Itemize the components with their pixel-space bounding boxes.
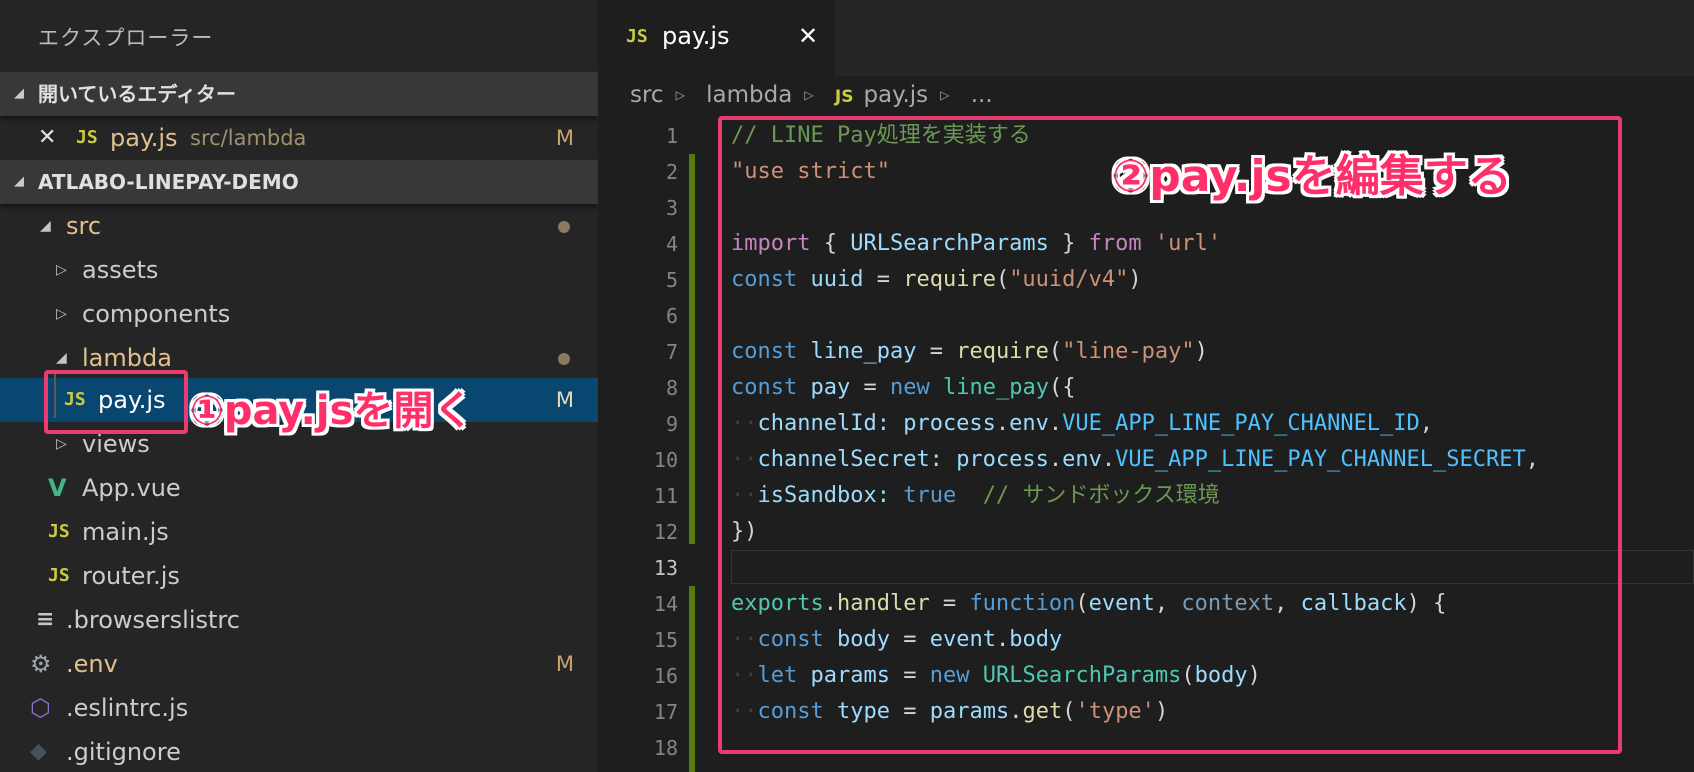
breadcrumb-item[interactable]: pay.js [863,82,928,108]
git-added-indicator [689,154,695,544]
vue-file-icon: V [48,474,67,502]
line-number: 5 [665,268,678,292]
js-file-icon: JS [48,521,70,542]
js-file-icon: JS [626,26,648,47]
line-number: 7 [665,340,678,364]
line-number: 11 [653,484,678,508]
modified-badge: M [555,126,574,150]
modified-badge: M [555,652,574,676]
line-number: 13 [653,556,678,580]
line-number: 15 [653,628,678,652]
modified-badge: M [555,388,574,412]
changes-dot-icon [558,353,570,365]
chevron-down-icon: ◢ [14,174,24,189]
folder-label: src [66,212,102,240]
tree-folder-components[interactable]: ▷ components [0,292,598,336]
open-editor-item-pay[interactable]: ✕ JS pay.js src/lambda M [0,116,598,160]
tab-bar: JS pay.js ✕ [598,0,1694,76]
file-label: .browserslistrc [66,606,240,634]
annotation-open: ①pay.jsを開く [190,388,474,434]
line-number: 18 [653,736,678,760]
git-icon: ◆ [30,739,47,764]
chevron-down-icon: ◢ [40,218,51,234]
breadcrumb-item[interactable]: ... [971,82,993,108]
line-number: 16 [653,664,678,688]
project-header[interactable]: ◢ ATLABO-LINEPAY-DEMO [0,160,598,204]
tree-file-env[interactable]: ⚙ .env M [0,642,598,686]
highlight-box-open [44,370,188,434]
close-icon[interactable]: ✕ [38,116,56,160]
folder-label: components [82,300,231,328]
tree-file-gitignore[interactable]: ◆ .gitignore [0,730,598,772]
git-added-indicator [689,586,695,772]
chevron-right-icon: ▷ [56,262,67,278]
tree-file-main-js[interactable]: JS main.js [0,510,598,554]
tree-folder-assets[interactable]: ▷ assets [0,248,598,292]
file-label: router.js [82,562,180,590]
js-file-icon: JS [76,127,98,148]
eslint-icon: ⬡ [30,694,51,722]
tab-pay-js[interactable]: JS pay.js ✕ [598,0,834,76]
close-icon[interactable]: ✕ [798,22,818,50]
line-number: 3 [665,196,678,220]
chevron-right-icon: ▷ [804,88,814,102]
text-lines-icon: ≡ [36,607,55,632]
open-editors-header[interactable]: ◢ 開いているエディター [0,72,598,116]
open-editors-label: 開いているエディター [38,82,236,106]
line-number: 17 [653,700,678,724]
tree-file-eslintrc[interactable]: ⬡ .eslintrc.js [0,686,598,730]
file-label: .env [66,650,118,678]
highlight-box-edit [718,116,1622,754]
line-number: 9 [665,412,678,436]
line-number: 1 [665,124,678,148]
tree-file-router-js[interactable]: JS router.js [0,554,598,598]
js-file-icon: JS [834,87,854,107]
folder-label: assets [82,256,159,284]
tab-label: pay.js [662,22,730,50]
project-label: ATLABO-LINEPAY-DEMO [38,170,299,194]
breadcrumb-item[interactable]: lambda [706,82,792,108]
breadcrumb: src ▷ lambda ▷ JS pay.js ▷ ... [630,78,1001,112]
line-number: 6 [665,304,678,328]
tree-folder-src[interactable]: ◢ src [0,204,598,248]
line-number: 12 [653,520,678,544]
chevron-right-icon: ▷ [56,306,67,322]
line-number: 4 [665,232,678,256]
gear-icon: ⚙ [30,650,52,678]
chevron-right-icon: ▷ [940,88,950,102]
breadcrumb-item[interactable]: src [630,82,664,108]
chevron-right-icon: ▷ [675,88,685,102]
file-label: .gitignore [66,738,181,766]
changes-dot-icon [558,221,570,233]
file-label: App.vue [82,474,181,502]
tree-file-app-vue[interactable]: V App.vue [0,466,598,510]
line-number: 14 [653,592,678,616]
open-editor-filename: pay.js [110,124,178,152]
file-label: .eslintrc.js [66,694,189,722]
file-label: main.js [82,518,169,546]
open-editor-path: src/lambda [190,126,307,150]
js-file-icon: JS [48,565,70,586]
line-number: 8 [665,376,678,400]
line-number: 2 [665,160,678,184]
line-number: 10 [653,448,678,472]
tree-file-browserslistrc[interactable]: ≡ .browserslistrc [0,598,598,642]
annotation-edit: ②pay.jsを編集する [1112,151,1512,202]
chevron-down-icon: ◢ [14,86,24,101]
explorer-title: エクスプローラー [38,26,214,50]
